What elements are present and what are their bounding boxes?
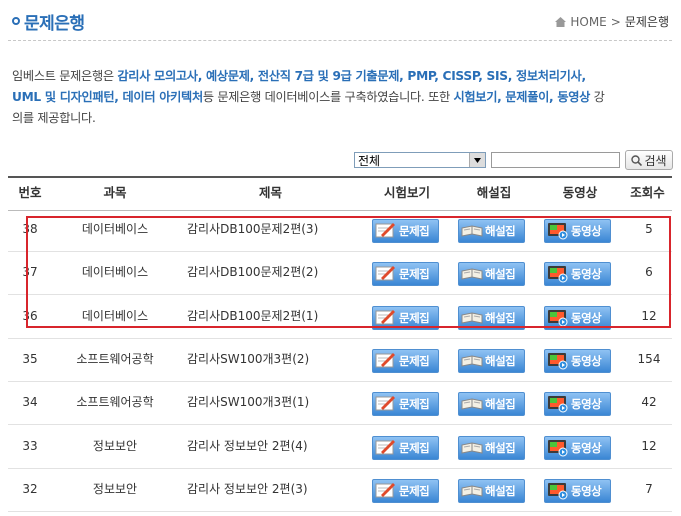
table-row: 32 정보보안 감리사 정보보안 2편(3) 문제집 해설집 동영상 7	[8, 468, 672, 512]
search-bar: 전체 검색	[0, 150, 681, 174]
exam-paper-icon	[375, 482, 397, 500]
solution-button-label: 해설집	[485, 440, 516, 455]
chevron-down-icon[interactable]	[469, 153, 485, 167]
exam-paper-icon	[375, 352, 397, 370]
video-button-label: 동영상	[571, 397, 602, 412]
video-button[interactable]: 동영상	[544, 435, 611, 460]
row-number: 34	[22, 395, 38, 410]
row-views: 42	[641, 395, 657, 410]
solution-button[interactable]: 해설집	[458, 435, 525, 460]
row-title-link[interactable]: 감리사SW100개3편(1)	[187, 381, 363, 424]
intro-line2-highlight2: 시험보기, 문제풀이, 동영상	[453, 90, 591, 104]
breadcrumb-separator: >	[610, 14, 621, 29]
title-bullet-icon	[12, 17, 20, 25]
search-icon	[631, 154, 643, 166]
table-row: 34 소프트웨어공학 감리사SW100개3편(1) 문제집 해설집 동영상 42	[8, 381, 672, 426]
exam-button[interactable]: 문제집	[372, 435, 439, 460]
video-button-label: 동영상	[571, 353, 602, 368]
video-button[interactable]: 동영상	[544, 348, 611, 373]
row-title-link[interactable]: 감리사 정보보안 2편(4)	[187, 425, 363, 468]
monitor-play-icon	[547, 482, 569, 500]
intro-line3: 의를 제공합니다.	[12, 111, 96, 125]
header-exam: 시험보기	[383, 185, 430, 200]
page-title: 문제은행	[24, 14, 85, 34]
solution-button-label: 해설집	[485, 397, 516, 412]
breadcrumb-current: 문제은행	[624, 15, 669, 29]
page-header: 문제은행 HOME > 문제은행	[0, 0, 681, 42]
exam-paper-icon	[375, 439, 397, 457]
open-book-icon	[461, 352, 483, 370]
row-number: 35	[22, 351, 38, 366]
table-row: 33 정보보안 감리사 정보보안 2편(4) 문제집 해설집 동영상 12	[8, 425, 672, 469]
search-input[interactable]	[491, 152, 620, 168]
solution-button[interactable]: 해설집	[458, 348, 525, 373]
header-video: 동영상	[562, 185, 598, 200]
row-title-link[interactable]: 감리사SW100개3편(2)	[187, 338, 363, 381]
exam-paper-icon	[375, 395, 397, 413]
solution-button[interactable]: 해설집	[458, 392, 525, 417]
solution-button-label: 해설집	[485, 353, 516, 368]
intro-line2-post: 강	[590, 90, 605, 104]
header-subject: 과목	[103, 185, 127, 200]
title-divider	[8, 40, 672, 41]
row-subject: 소프트웨어공학	[76, 395, 154, 410]
breadcrumb: HOME > 문제은행	[555, 13, 669, 30]
monitor-play-icon	[547, 439, 569, 457]
header-views: 조회수	[630, 185, 665, 200]
intro-line1-highlight: 감리사 모의고사, 예상문제, 전산직 7급 및 9급 기출문제, PMP, C…	[117, 69, 586, 83]
intro-line1-pre: 임베스트 문제은행은	[12, 69, 118, 83]
monitor-play-icon	[547, 395, 569, 413]
category-select[interactable]: 전체	[354, 152, 486, 168]
open-book-icon	[461, 482, 483, 500]
breadcrumb-home-link[interactable]: HOME	[570, 15, 606, 29]
video-button-label: 동영상	[571, 440, 602, 455]
highlight-box	[26, 216, 671, 328]
exam-button-label: 문제집	[399, 397, 430, 412]
category-select-value: 전체	[358, 154, 381, 168]
row-subject: 소프트웨어공학	[76, 351, 154, 366]
solution-button-label: 해설집	[485, 483, 516, 498]
intro-line2-mid: 등 문제은행 데이터베이스를 구축하였습니다. 또한	[202, 90, 454, 104]
solution-button[interactable]: 해설집	[458, 478, 525, 503]
row-views: 12	[641, 438, 657, 453]
search-button-label: 검색	[644, 153, 667, 168]
table-header: 번호 과목 제목 시험보기 해설집 동영상 조회수	[8, 176, 672, 211]
exam-button-label: 문제집	[399, 483, 430, 498]
video-button[interactable]: 동영상	[544, 478, 611, 503]
row-views: 7	[645, 481, 653, 496]
video-button[interactable]: 동영상	[544, 392, 611, 417]
row-number: 32	[22, 481, 38, 496]
exam-button[interactable]: 문제집	[372, 392, 439, 417]
row-number: 33	[22, 438, 38, 453]
home-icon	[555, 16, 567, 27]
row-subject: 정보보안	[92, 438, 138, 453]
row-title-link[interactable]: 감리사 정보보안 2편(3)	[187, 468, 363, 511]
table-row: 35 소프트웨어공학 감리사SW100개3편(2) 문제집 해설집 동영상 154	[8, 338, 672, 382]
exam-button-label: 문제집	[399, 440, 430, 455]
video-button-label: 동영상	[571, 483, 602, 498]
open-book-icon	[461, 439, 483, 457]
header-no: 번호	[18, 185, 42, 200]
exam-button[interactable]: 문제집	[372, 348, 439, 373]
search-button[interactable]: 검색	[625, 150, 673, 170]
monitor-play-icon	[547, 352, 569, 370]
header-solution: 해설집	[476, 185, 512, 200]
row-subject: 정보보안	[92, 481, 138, 496]
header-title: 제목	[258, 185, 282, 200]
row-views: 154	[637, 351, 661, 366]
open-book-icon	[461, 395, 483, 413]
intro-line2-highlight: UML 및 디자인패턴, 데이터 아키텍처	[12, 90, 203, 104]
intro-text: 임베스트 문제은행은 감리사 모의고사, 예상문제, 전산직 7급 및 9급 기…	[12, 66, 672, 129]
exam-button-label: 문제집	[399, 353, 430, 368]
exam-button[interactable]: 문제집	[372, 478, 439, 503]
